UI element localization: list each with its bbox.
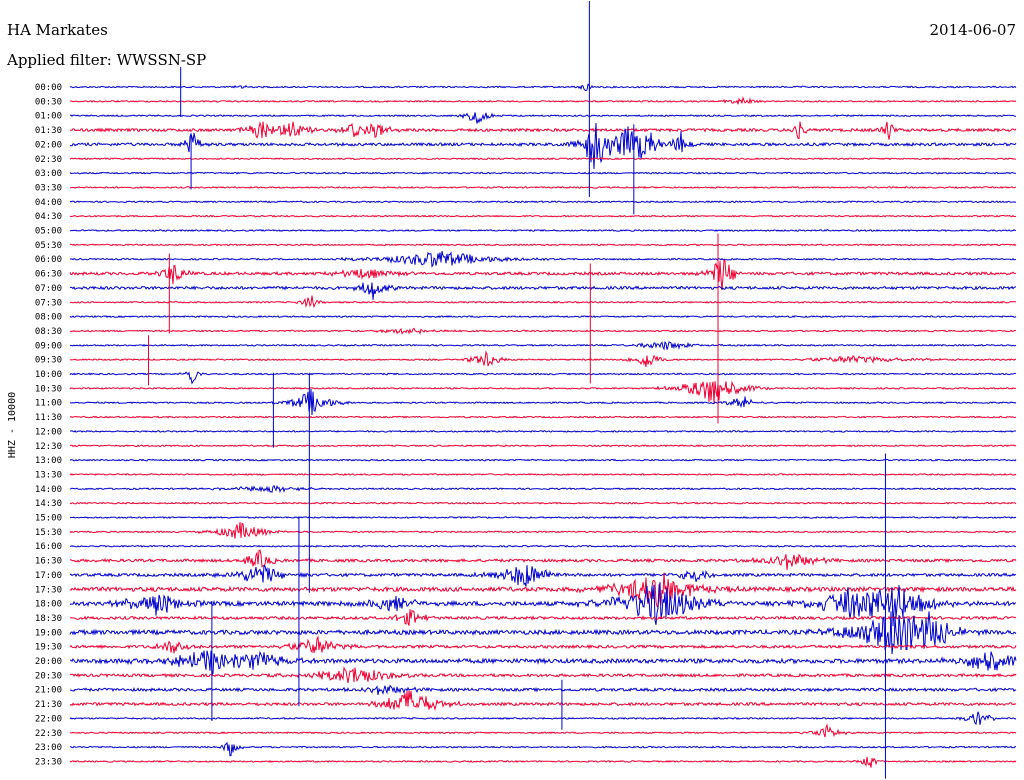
trace-22:30 [69, 723, 1017, 738]
trace-06:00 [69, 250, 1017, 268]
time-tick-label: 19:00 [35, 628, 62, 638]
time-tick-label: 18:30 [35, 614, 62, 624]
time-tick-label: 11:30 [35, 413, 62, 423]
trace-23:30 [69, 756, 1017, 768]
trace-12:00 [69, 429, 1017, 433]
trace-08:30 [69, 327, 1017, 335]
time-tick-label: 07:00 [35, 284, 62, 294]
time-tick-label: 14:00 [35, 485, 62, 495]
trace-14:30 [69, 501, 1017, 505]
spike-group [148, 1, 886, 779]
time-tick-label: 00:00 [35, 83, 62, 93]
time-tick-label: 14:30 [35, 499, 62, 509]
time-tick-label: 13:30 [35, 470, 62, 480]
trace-13:00 [69, 458, 1017, 462]
time-tick-label: 05:00 [35, 227, 62, 237]
trace-10:30 [69, 380, 1017, 404]
time-tick-label: 11:00 [35, 399, 62, 409]
seismogram-plot: 00:00 00:30 01:00 01:30 02:00 02:30 03:00 03:30… [7, 1, 1017, 779]
time-tick-label: 00:30 [35, 97, 62, 107]
trace-03:00 [69, 171, 1017, 175]
time-tick-label: 22:00 [35, 714, 62, 724]
time-tick-label: 03:00 [35, 169, 62, 179]
time-tick-label: 22:30 [35, 729, 62, 739]
time-tick-label: 19:30 [35, 643, 62, 653]
trace-15:30 [69, 522, 1017, 539]
time-tick-label: 20:30 [35, 671, 62, 681]
time-tick-label: 21:30 [35, 700, 62, 710]
time-tick-label: 06:00 [35, 255, 62, 265]
trace-02:30 [69, 157, 1017, 161]
trace-10:00 [69, 371, 1017, 385]
trace-16:30 [69, 549, 1017, 571]
time-tick-label: 03:30 [35, 183, 62, 193]
time-tick-label: 20:00 [35, 657, 62, 667]
time-tick-label: 05:30 [35, 241, 62, 251]
trace-06:30 [69, 258, 1017, 291]
trace-00:00 [69, 83, 1017, 92]
trace-14:00 [69, 484, 1017, 493]
time-tick-label: 01:00 [35, 112, 62, 122]
time-tick-label: 16:30 [35, 557, 62, 567]
time-tick-label: 21:00 [35, 686, 62, 696]
trace-17:00 [69, 564, 1017, 587]
time-tick-label: 16:00 [35, 542, 62, 552]
time-tick-label: 04:30 [35, 212, 62, 222]
trace-09:00 [69, 340, 1017, 351]
time-tick-label: 06:30 [35, 270, 62, 280]
time-tick-label: 08:00 [35, 313, 62, 323]
trace-08:00 [69, 315, 1017, 319]
time-tick-label: 13:00 [35, 456, 62, 466]
time-tick-label: 17:30 [35, 585, 62, 595]
trace-11:00 [69, 388, 1017, 416]
time-tick-label: 18:00 [35, 600, 62, 610]
time-tick-group: 00:00 00:30 01:00 01:30 02:00 02:30 03:00 03:30… [35, 83, 62, 767]
y-axis-label: HHZ - 10000 [7, 392, 18, 458]
time-tick-label: 01:30 [35, 126, 62, 136]
trace-07:00 [69, 282, 1017, 300]
time-tick-label: 12:00 [35, 427, 62, 437]
time-tick-label: 09:00 [35, 341, 62, 351]
time-tick-label: 10:30 [35, 384, 62, 394]
time-tick-label: 23:00 [35, 743, 62, 753]
time-tick-label: 10:00 [35, 370, 62, 380]
trace-01:30 [69, 121, 1017, 140]
trace-03:30 [69, 185, 1017, 189]
time-tick-label: 12:30 [35, 442, 62, 452]
trace-09:30 [69, 350, 1017, 368]
time-tick-label: 02:00 [35, 140, 62, 150]
trace-04:00 [69, 200, 1017, 204]
trace-12:30 [69, 444, 1017, 448]
time-tick-label: 15:30 [35, 528, 62, 538]
time-tick-label: 23:30 [35, 757, 62, 767]
trace-13:30 [69, 472, 1017, 476]
trace-05:00 [70, 229, 1016, 233]
trace-07:30 [69, 295, 1017, 309]
time-tick-label: 04:00 [35, 198, 62, 208]
time-tick-label: 15:00 [35, 514, 62, 524]
trace-00:30 [69, 95, 1017, 105]
time-tick-label: 08:30 [35, 327, 62, 337]
time-tick-label: 07:30 [35, 298, 62, 308]
trace-11:30 [69, 415, 1017, 419]
time-tick-label: 02:30 [35, 155, 62, 165]
trace-16:00 [69, 544, 1017, 548]
trace-23:00 [70, 741, 1017, 757]
trace-05:30 [69, 243, 1017, 247]
trace-15:00 [69, 516, 1017, 520]
time-tick-label: 09:30 [35, 356, 62, 366]
time-tick-label: 17:00 [35, 571, 62, 581]
trace-04:30 [69, 214, 1017, 218]
trace-01:00 [69, 112, 1016, 124]
